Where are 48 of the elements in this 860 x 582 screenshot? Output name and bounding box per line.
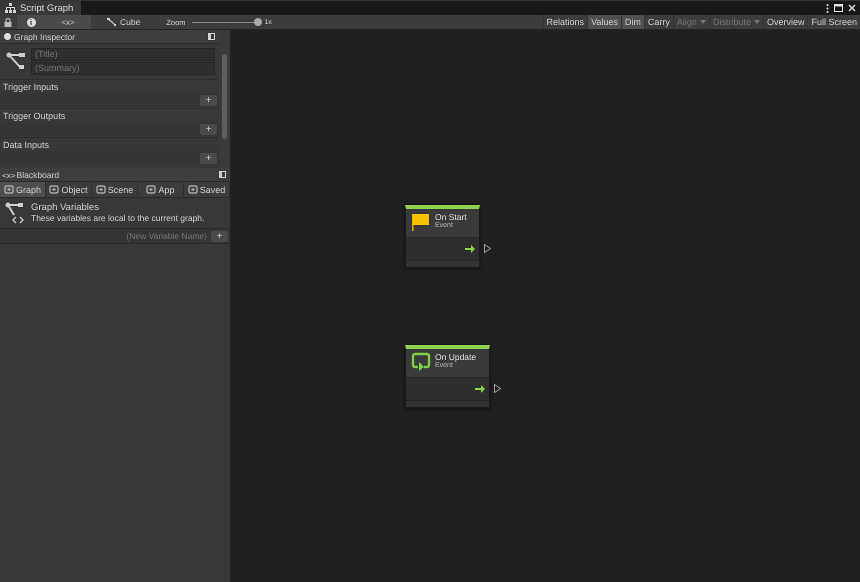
title-field[interactable]: (Title) <box>31 48 215 60</box>
dock-icon[interactable] <box>208 33 215 40</box>
flow-arrow-icon <box>475 385 485 393</box>
flag-icon <box>411 212 431 232</box>
add-button[interactable]: + <box>200 95 217 106</box>
toolbar-button[interactable]: Dim <box>620 15 644 29</box>
graph-name[interactable]: Cube <box>107 17 140 27</box>
variable-name-field[interactable]: (New Variable Name) <box>105 230 209 242</box>
lock-icon[interactable] <box>4 18 12 26</box>
description-text: These variables are local to the current graph. <box>31 213 204 223</box>
node-title: On Update <box>435 352 476 362</box>
toolbar-button[interactable]: Overview <box>762 15 808 29</box>
blackboard-tab[interactable]: Object <box>46 182 92 197</box>
section-heading: Graph Variables <box>31 202 100 213</box>
blackboard-tab[interactable]: Saved <box>184 182 230 197</box>
slider-thumb[interactable] <box>254 18 262 26</box>
loop-icon <box>411 352 431 372</box>
maximize-icon[interactable] <box>834 4 843 12</box>
add-button[interactable]: + <box>200 153 217 164</box>
output-port-icon[interactable] <box>484 244 491 253</box>
panel-title: Graph Inspector <box>14 32 75 42</box>
variables-icon <box>5 202 25 224</box>
graph-icon <box>107 18 116 26</box>
tab-icon <box>146 185 156 194</box>
toolbar-button[interactable]: Values <box>587 15 621 29</box>
add-button[interactable]: + <box>200 124 217 135</box>
panel-toggle[interactable]: i <box>17 15 45 29</box>
more-icon[interactable] <box>826 4 829 12</box>
tab-icon <box>4 185 14 194</box>
tab-icon <box>96 185 106 194</box>
graph-icon <box>6 52 26 70</box>
panel-toggle[interactable]: <x> <box>45 15 91 29</box>
summary-field[interactable]: (Summary) <box>31 62 215 74</box>
flow-arrow-icon <box>465 245 475 253</box>
blackboard-tab[interactable]: App <box>138 182 184 197</box>
output-port-icon[interactable] <box>494 384 501 393</box>
add-button[interactable]: + <box>211 230 228 242</box>
close-icon[interactable] <box>848 4 856 12</box>
info-icon <box>4 33 11 40</box>
tab-icon <box>49 185 60 194</box>
hierarchy-icon <box>5 3 16 13</box>
blackboard-tab[interactable]: Scene <box>92 182 138 197</box>
dock-icon[interactable] <box>219 171 226 178</box>
tab-icon <box>188 185 198 194</box>
node-title: On Start <box>435 212 467 222</box>
window-tab[interactable]: Script Graph <box>0 1 82 15</box>
blackboard-tab[interactable]: Graph <box>0 182 46 197</box>
toolbar-button[interactable]: Carry <box>644 15 673 29</box>
